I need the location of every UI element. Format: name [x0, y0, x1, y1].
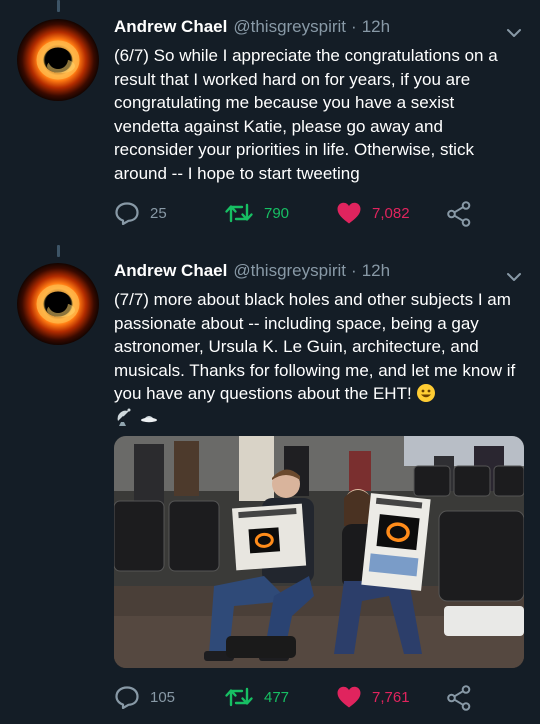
timestamp[interactable]: 12h: [362, 17, 390, 37]
reply-icon: [115, 202, 139, 225]
display-name[interactable]: Andrew Chael: [114, 17, 227, 37]
reply-count: 105: [150, 688, 176, 706]
thread-line-top: [57, 0, 60, 12]
avatar[interactable]: [17, 19, 99, 101]
tweet-photo[interactable]: [114, 436, 524, 668]
airport-photo: [114, 436, 524, 668]
like-count: 7,761: [372, 688, 410, 706]
user-handle[interactable]: @thisgreyspirit: [233, 17, 346, 37]
tweet-text-content: (7/7) more about black holes and other s…: [114, 290, 516, 403]
timestamp[interactable]: 12h: [362, 261, 390, 281]
avatar[interactable]: [17, 263, 99, 345]
chevron-down-icon[interactable]: [505, 268, 523, 286]
reply-button[interactable]: 25: [114, 201, 167, 225]
heart-icon: [337, 686, 361, 708]
reply-icon: [115, 686, 139, 709]
separator-dot: ·: [351, 17, 357, 36]
share-button[interactable]: [447, 201, 481, 227]
tweet-2[interactable]: Andrew Chael @thisgreyspirit · 12h (7/7)…: [0, 240, 540, 724]
share-icon: [447, 201, 471, 227]
ufo-emoji: [140, 415, 157, 422]
retweet-count: 790: [264, 204, 290, 222]
tweet-header: Andrew Chael @thisgreyspirit · 12h: [114, 15, 390, 39]
user-handle[interactable]: @thisgreyspirit: [233, 261, 346, 281]
satellite-dish-emoji: [117, 408, 131, 426]
like-button[interactable]: 7,761: [336, 685, 410, 709]
retweet-button[interactable]: 477: [224, 685, 289, 709]
tweet-text: (6/7) So while I appreciate the congratu…: [114, 46, 498, 183]
like-button[interactable]: 7,082: [336, 201, 410, 225]
retweet-icon: [225, 687, 253, 707]
tweet-text: (7/7) more about black holes and other s…: [114, 288, 524, 429]
chevron-down-icon[interactable]: [505, 24, 523, 42]
retweet-icon: [225, 203, 253, 223]
thread-line-connector: [57, 245, 60, 257]
share-button[interactable]: [447, 685, 481, 711]
retweet-count: 477: [264, 688, 290, 706]
like-count: 7,082: [372, 204, 410, 222]
display-name[interactable]: Andrew Chael: [114, 261, 227, 281]
heart-icon: [337, 202, 361, 224]
tweet-1[interactable]: Andrew Chael @thisgreyspirit · 12h (6/7)…: [0, 0, 540, 240]
smiley-emoji: [417, 384, 436, 402]
tweet-actions: 105 477 7,761: [114, 685, 524, 711]
reply-button[interactable]: 105: [114, 685, 175, 709]
reply-count: 25: [150, 204, 167, 222]
separator-dot: ·: [351, 261, 357, 280]
retweet-button[interactable]: 790: [224, 201, 289, 225]
tweet-header: Andrew Chael @thisgreyspirit · 12h: [114, 259, 390, 283]
share-icon: [447, 685, 471, 711]
tweet-actions: 25 790 7,082: [114, 201, 524, 227]
